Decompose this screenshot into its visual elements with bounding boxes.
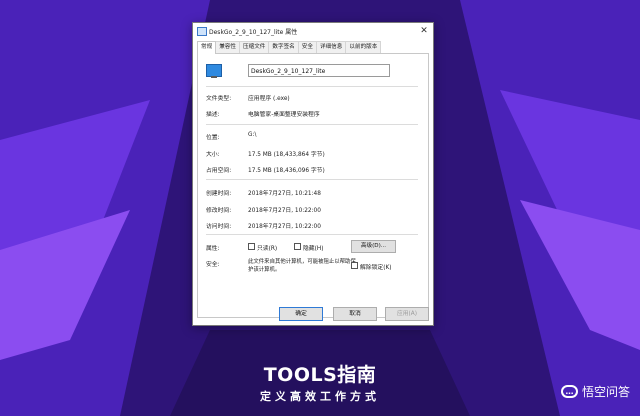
readonly-checkbox[interactable] — [248, 243, 255, 250]
cancel-button[interactable]: 取消 — [333, 307, 377, 321]
file-name-input[interactable]: DeskGo_2_9_10_127_lite — [248, 64, 390, 77]
close-icon[interactable]: ✕ — [415, 23, 433, 40]
tab-details[interactable]: 详细信息 — [315, 41, 347, 53]
description-label: 描述: — [206, 112, 220, 118]
security-label: 安全: — [206, 262, 220, 268]
divider — [206, 86, 418, 87]
size-on-disk-value: 17.5 MB (18,436,096 字节) — [248, 168, 325, 174]
size-value: 17.5 MB (18,433,864 字节) — [248, 152, 325, 158]
application-icon — [197, 27, 207, 36]
brand-subtitle: 定义高效工作方式 — [260, 390, 380, 403]
unblock-label: 解除锁定(K) — [360, 265, 392, 271]
tab-general[interactable]: 常规 — [197, 41, 217, 54]
location-label: 位置: — [206, 135, 220, 141]
speech-bubble-icon: … — [560, 385, 578, 398]
tab-security[interactable]: 安全 — [297, 41, 317, 53]
security-message: 此文件来自其他计算机，可能被阻止以帮助保护该计算机。 — [248, 259, 356, 273]
description-value: 电脑管家-桌面整理安装程序 — [248, 112, 320, 118]
created-label: 创建时间: — [206, 191, 232, 197]
general-panel: DeskGo_2_9_10_127_lite 文件类型: 应用程序 (.exe)… — [197, 53, 429, 318]
divider — [206, 179, 418, 180]
hidden-checkbox[interactable] — [294, 243, 301, 250]
modified-label: 修改时间: — [206, 208, 232, 214]
tab-compatibility[interactable]: 兼容性 — [215, 41, 240, 53]
apply-button[interactable]: 应用(A) — [385, 307, 429, 321]
created-value: 2018年7月27日, 10:21:48 — [248, 191, 321, 197]
exe-file-icon — [206, 64, 222, 78]
accessed-value: 2018年7月27日, 10:22:00 — [248, 224, 321, 230]
tab-strip: 常规 兼容性 压缩文件 数字签名 安全 详细信息 以前的版本 — [197, 41, 382, 54]
watermark: … 悟空问答 — [560, 383, 630, 400]
advanced-button[interactable]: 高级(D)... — [351, 240, 396, 253]
tab-previous-versions[interactable]: 以前的版本 — [345, 41, 382, 53]
unblock-checkbox[interactable] — [351, 262, 358, 269]
hidden-label: 隐藏(H) — [303, 246, 324, 252]
properties-dialog: DeskGo_2_9_10_127_lite 属性 ✕ 常规 兼容性 压缩文件 … — [192, 22, 434, 326]
size-on-disk-label: 占用空间: — [206, 168, 232, 174]
divider — [206, 124, 418, 125]
window-title: DeskGo_2_9_10_127_lite 属性 — [209, 29, 298, 36]
ok-button[interactable]: 确定 — [279, 307, 323, 321]
tab-archive[interactable]: 压缩文件 — [239, 41, 270, 53]
tab-digital-signatures[interactable]: 数字签名 — [268, 41, 299, 53]
accessed-label: 访问时间: — [206, 224, 232, 230]
watermark-text: 悟空问答 — [581, 385, 630, 399]
divider — [206, 234, 418, 235]
file-type-label: 文件类型: — [206, 96, 232, 102]
modified-value: 2018年7月27日, 10:22:00 — [248, 208, 321, 214]
title-bar: DeskGo_2_9_10_127_lite 属性 ✕ — [193, 23, 433, 40]
size-label: 大小: — [206, 152, 220, 158]
location-value: G:\ — [248, 132, 257, 138]
attributes-label: 属性: — [206, 246, 220, 252]
file-type-value: 应用程序 (.exe) — [248, 96, 290, 102]
brand-title: TOOLS指南 — [263, 364, 377, 386]
readonly-label: 只读(R) — [257, 246, 278, 252]
